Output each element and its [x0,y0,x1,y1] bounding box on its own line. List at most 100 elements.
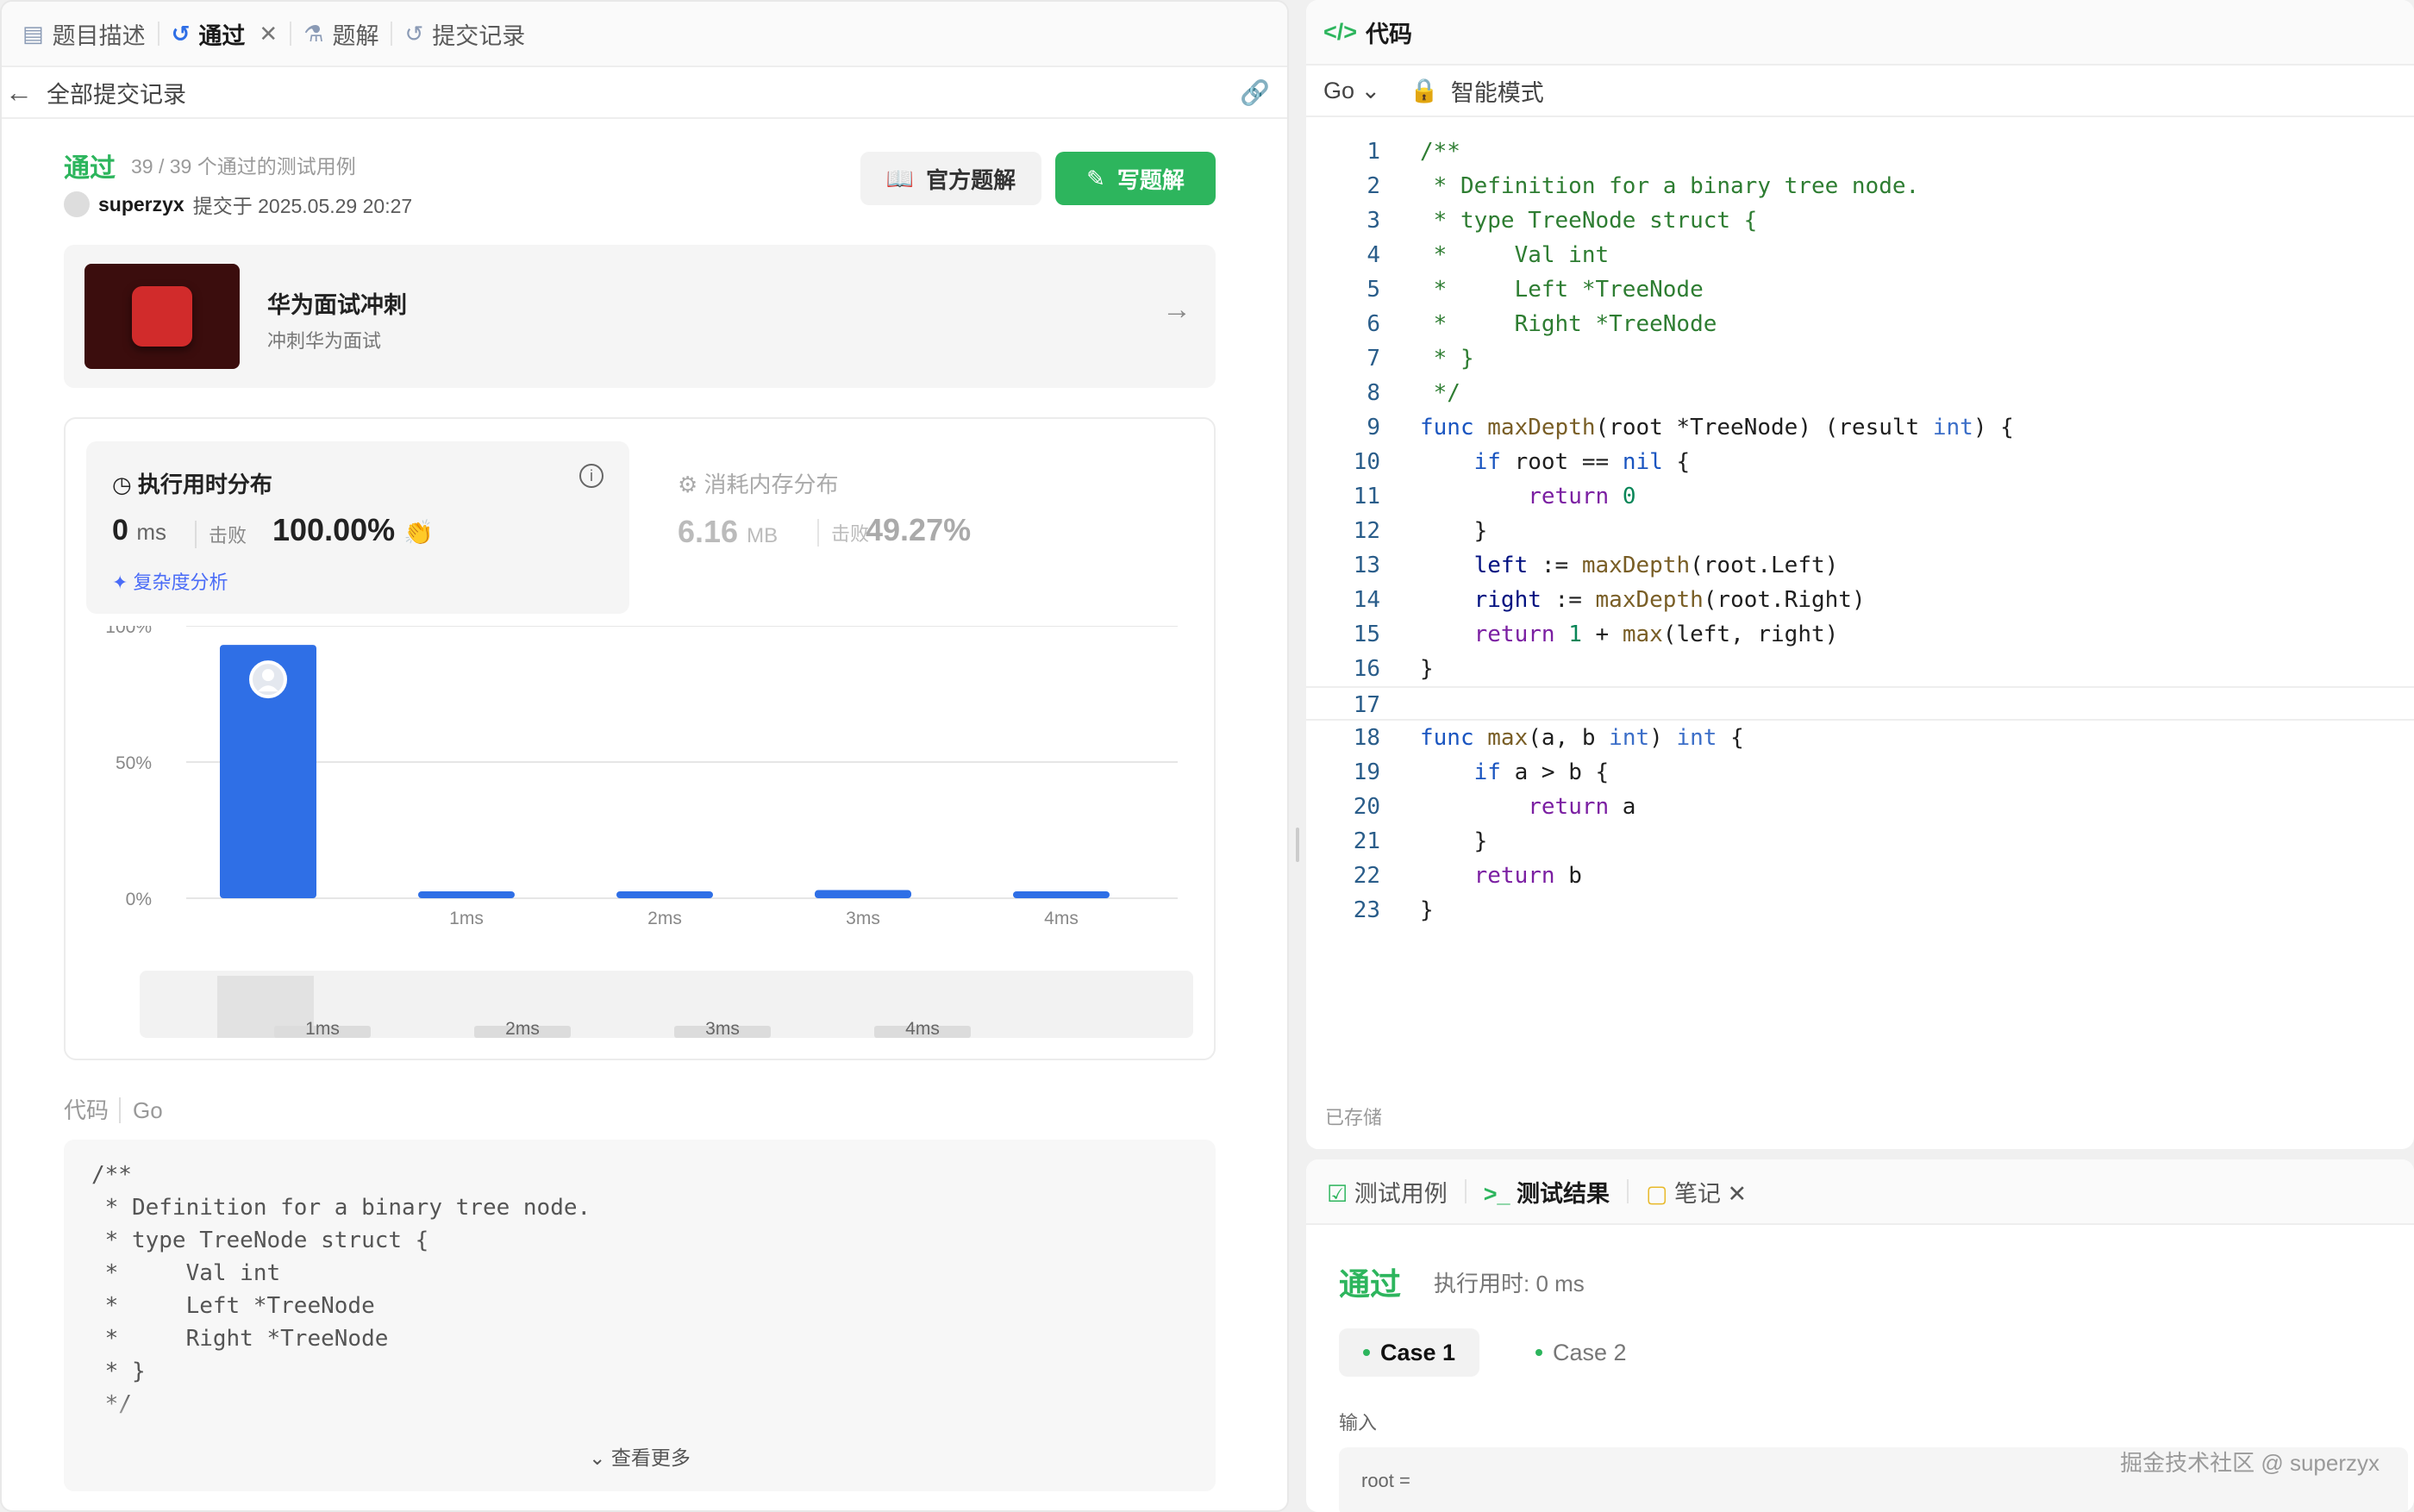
tab-solutions[interactable]: ⚗ 题解 [291,2,391,66]
editor-toolbar: Go ⌄ 🔒 智能模式 [1306,66,2414,117]
tab-testcases[interactable]: ☑ 测试用例 [1327,1175,1448,1209]
tab-separator [1627,1179,1629,1203]
chevron-down-icon: ⌄ [589,1446,611,1469]
code-preview: /** * Definition for a binary tree node.… [64,1140,1216,1491]
info-icon[interactable]: i [579,464,604,488]
result-tabbar: ☑ 测试用例 >_ 测试结果 ▢ 笔记 ✕ [1306,1159,2414,1225]
flask-icon: ⚗ [303,20,324,47]
code-preview-text: /** * Definition for a binary tree node.… [91,1162,591,1417]
slider-svg: 1ms 2ms 3ms 4ms [217,976,971,1039]
code-line: 19 if a > b { [1353,759,1610,785]
submission-status: 通过 [64,154,116,183]
username[interactable]: superzyx [98,193,184,216]
tab-description[interactable]: ▤ 题目描述 [10,2,158,66]
code-line: 11 return 0 [1353,484,1636,509]
runtime-beat-label: 击败 [195,521,247,548]
submit-time: 提交于 2025.05.29 20:27 [192,195,413,217]
note-icon: ▢ [1646,1180,1675,1207]
runtime-value: 0 ms [112,514,167,547]
code-line: 16} [1353,656,1434,682]
slider-label: 1ms [305,1019,340,1038]
result-status: 通过 [1339,1266,1402,1302]
promo-card[interactable]: 华为面试冲刺 冲刺华为面试 → [64,245,1216,388]
x-tick-label: 4ms [1044,909,1079,928]
result-runtime: 执行用时: 0 ms [1434,1271,1585,1296]
mode-label[interactable]: 智能模式 [1451,74,1544,108]
all-submissions-link[interactable]: 全部提交记录 [47,76,186,109]
code-line: 12 } [1353,518,1488,544]
code-line: 15 return 1 + max(left, right) [1353,622,1839,647]
promo-subtitle: 冲刺华为面试 [267,330,382,352]
case-2-tab[interactable]: Case 2 [1511,1328,1651,1377]
tab-accepted[interactable]: ↺ 通过 ✕ [159,2,291,66]
result-panel: ☑ 测试用例 >_ 测试结果 ▢ 笔记 ✕ 通过 执行用时: 0 ms Case… [1306,1159,2414,1512]
editor-header: </> 代码 [1306,0,2414,66]
code-section-label: 代码 Go [64,1097,163,1123]
book-icon: 📖 [885,165,915,191]
avatar-marker-head [262,669,274,682]
avatar[interactable] [64,191,90,217]
close-icon[interactable]: ✕ [259,21,278,47]
doc-icon: ▤ [22,20,44,47]
clap-icon: 👏 [403,519,435,546]
chart-bar [616,891,713,898]
y-tick-label: 100% [105,626,152,637]
language-select[interactable]: Go ⌄ [1323,78,1380,104]
tab-notes[interactable]: ▢ 笔记 ✕ [1646,1175,1747,1209]
tab-separator [1464,1179,1467,1203]
stats-card: ◷ 执行用时分布 i 0 ms 击败 100.00% 👏 ✦ 复杂度分析 ⚙ 消… [64,417,1216,1060]
code-line: 6 * Right *TreeNode [1366,311,1717,337]
y-tick-label: 0% [126,890,152,909]
chip-icon: ⚙ [678,472,704,497]
chart-bar [418,891,515,898]
sparkle-icon: ✦ [112,572,134,593]
memory-title[interactable]: ⚙ 消耗内存分布 [678,467,839,499]
back-arrow-icon[interactable]: ← [5,77,33,109]
runtime-box[interactable]: ◷ 执行用时分布 i 0 ms 击败 100.00% 👏 ✦ 复杂度分析 [86,441,629,614]
promo-image [84,264,240,369]
code-line: 3 * type TreeNode struct { [1366,208,1758,234]
input-label: 输入 [1339,1412,1378,1434]
terminal-icon: >_ [1483,1180,1517,1207]
checkbox-icon: ☑ [1327,1180,1354,1207]
code-line: 20 return a [1353,794,1636,820]
code-line: 18 func max(a, b int) int { [1353,725,1744,751]
code-editor[interactable]: 1/** 2 * Definition for a binary tree no… [1306,134,2414,928]
history-icon: ↺ [404,20,424,47]
complexity-link[interactable]: ✦ 复杂度分析 [112,567,228,595]
code-line: 5 * Left *TreeNode [1366,277,1704,303]
show-more-button[interactable]: ⌄ 查看更多 [64,1441,1216,1471]
runtime-distribution-chart: 100% 50% 0% 1ms 2ms 3ms 4ms [105,626,1178,928]
pass-dot [1535,1349,1542,1356]
code-line: 9 func maxDepth(root *TreeNode) (result i… [1366,415,2014,440]
lock-icon: 🔒 [1410,78,1439,103]
tab-test-result[interactable]: >_ 测试结果 [1484,1175,1610,1209]
left-tabbar: ▤ 题目描述 ↺ 通过 ✕ ⚗ 题解 ↺ 提交记录 [2,2,1287,67]
chart-bar [815,890,911,898]
code-line: 23} [1353,897,1434,923]
saved-status: 已存储 [1325,1107,1383,1128]
tab-submissions[interactable]: ↺ 提交记录 [392,2,537,66]
close-icon[interactable]: ✕ [1728,1181,1748,1207]
panel-resize-handle[interactable] [1296,828,1299,862]
x-tick-label: 1ms [449,909,484,928]
slider-label: 4ms [905,1019,940,1038]
code-line: 4 * Val int [1366,242,1610,268]
chart-range-slider[interactable]: 1ms 2ms 3ms 4ms [140,971,1193,1039]
case-1-tab[interactable]: Case 1 [1339,1328,1480,1377]
clock-icon: ◷ [112,472,138,497]
code-icon: </> [1323,18,1358,45]
write-solution-button[interactable]: ✎ 写题解 [1055,152,1216,205]
link-icon[interactable]: 🔗 [1240,78,1270,107]
history-icon: ↺ [171,20,191,47]
code-line: 10 if root == nil { [1353,449,1691,475]
code-lang: Go [119,1097,163,1123]
slider-label: 3ms [705,1019,740,1038]
official-solution-button[interactable]: 📖 官方题解 [860,152,1041,205]
memory-value: 6.16 MB [678,514,779,549]
x-tick-label: 3ms [846,909,880,928]
pass-dot [1363,1349,1370,1356]
arrow-right-icon[interactable]: → [1162,293,1191,327]
code-fade [64,1388,1216,1491]
watermark: 掘金技术社区 @ superzyx [2120,1450,2380,1476]
